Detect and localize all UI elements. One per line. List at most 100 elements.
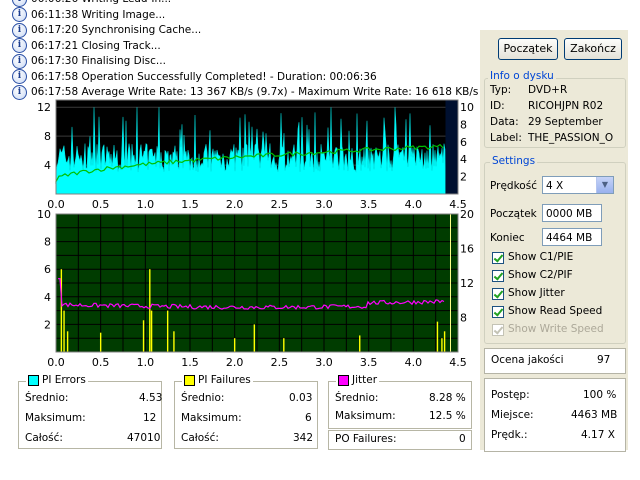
chart2-xtick: 1.0 (137, 356, 155, 368)
chart2-xtick: 2.0 (226, 356, 244, 368)
chart1-xtick: 4.0 (405, 198, 423, 211)
range-end-label: Koniec (490, 232, 525, 244)
checkbox-label: Show Read Speed (508, 305, 603, 317)
range-end-input[interactable]: 4464 MB (542, 228, 602, 246)
disc-type-value: DVD+R (528, 84, 568, 96)
disc-id-label: ID: (490, 100, 505, 112)
chart1-xtick: 3.0 (315, 198, 333, 211)
log-line: i 06:11:38 Writing Image... (12, 7, 165, 23)
checkbox-label: Show C2/PIF (508, 269, 573, 281)
position-value: 4463 MB (571, 409, 618, 421)
chart1-tail (445, 100, 458, 194)
log-message: Writing Image... (81, 8, 166, 21)
pi-errors-swatch (28, 374, 39, 386)
chart1-xtick: 2.5 (271, 198, 289, 211)
settings-title: Settings (490, 155, 538, 167)
checkbox-show-read-speed[interactable] (492, 306, 504, 318)
disc-date-label: Data: (490, 116, 519, 128)
log-time: 06:17:30 (31, 55, 79, 67)
log-time: 06:17:20 (31, 24, 79, 36)
chart2-xtick: 0.5 (92, 356, 110, 368)
chart1-ytick-right: 10 (460, 101, 474, 114)
chart2-ytick-left: 8 (44, 236, 51, 249)
progress-label: Postęp: (491, 389, 530, 401)
speed-select[interactable]: 4 X ▼ (542, 176, 614, 194)
chart1-xtick: 0.5 (92, 198, 110, 211)
jitter-title: Jitter (336, 374, 380, 386)
chart1-xtick: 3.5 (360, 198, 378, 211)
jitter-title-text: Jitter (352, 374, 378, 386)
pi-errors-max-value: 12 (143, 412, 157, 424)
chart2-xtick: 3.0 (315, 356, 333, 368)
log-message: Closing Track... (81, 39, 161, 52)
pi-failures-title: PI Failures (182, 374, 253, 386)
pi-failures-avg-value: 0.03 (289, 392, 313, 404)
checkbox-show-jitter[interactable] (492, 288, 504, 300)
pi-failures-title-text: PI Failures (198, 374, 251, 386)
log-panel: i 06:06:26 Writing Lead-In... i 06:11:38 Wr… (0, 0, 519, 100)
info-icon: i (12, 7, 27, 22)
chart1-ytick-right: 2 (460, 171, 467, 184)
log-message: Finalising Disc... (81, 55, 166, 67)
checkbox-show-c1-pie[interactable] (492, 252, 504, 264)
pi-errors-box: Średnio: 4.53 Maksimum: 12 Całość: 47010 (18, 381, 162, 449)
chart2-ytick-right: 8 (460, 312, 467, 325)
log-line: i 06:17:30 Finalising Disc... (12, 53, 166, 69)
pi-errors-max-label: Maksimum: (25, 412, 86, 424)
chart2-xtick: 4.5 (449, 356, 467, 368)
chart1-xtick: 2.0 (226, 198, 244, 211)
chart2-ytick-right: 12 (460, 277, 474, 290)
log-time: 06:06:26 (31, 0, 78, 5)
pi-errors-title-text: PI Errors (42, 374, 86, 386)
log-message: Average Write Rate: 13 367 KB/s (9.7x) -… (81, 86, 520, 98)
jitter-max-label: Maksimum: (335, 410, 396, 422)
start-button[interactable]: Początek (498, 38, 558, 60)
chart1-ytick-left: 4 (44, 159, 51, 172)
disc-label-label: Label: (490, 132, 522, 144)
chart1-ytick-left: 8 (44, 130, 51, 143)
checkbox-label: Show C1/PIE (508, 251, 574, 263)
disc-type-label: Typ: (490, 84, 512, 96)
disc-label-value: THE_PASSION_O (528, 132, 614, 144)
chart2-ytick-right: 16 (460, 243, 474, 256)
log-time: 06:17:21 (31, 39, 79, 52)
chart2-ytick-left: 4 (44, 291, 51, 304)
disc-info-title: Info o dysku (488, 70, 556, 82)
po-failures-label: PO Failures: (335, 433, 397, 445)
jitter-box: Średnio: 8.28 % Maksimum: 12.5 % (328, 381, 472, 429)
right-panel: Początek Zakończ Info o dysku Typ: DVD+R… (480, 30, 628, 452)
range-start-label: Początek (490, 208, 537, 220)
po-failures-box: PO Failures: 0 (328, 430, 472, 450)
pi-failures-swatch (184, 374, 195, 386)
log-line: i 06:17:58 Operation Successfully Complet… (12, 69, 377, 85)
speed-label: Prędkość (490, 180, 537, 192)
chart2-ytick-left: 2 (44, 318, 51, 331)
jitter-max-value: 12.5 % (429, 410, 466, 422)
pi-failures-avg-label: Średnio: (181, 392, 225, 404)
jitter-swatch (338, 374, 349, 386)
progress-value: 100 % (583, 389, 617, 401)
pi-errors-title: PI Errors (26, 374, 88, 386)
log-time: 06:11:38 (31, 8, 79, 21)
chart1-ytick-left: 12 (37, 101, 51, 114)
chart2-xtick: 2.5 (271, 356, 289, 368)
stop-button[interactable]: Zakończ (564, 38, 622, 60)
log-line: i 06:17:20 Synchronising Cache... (12, 22, 201, 38)
quality-label: Ocena jakości (491, 354, 564, 366)
read-speed-label: Prędk.: (491, 429, 528, 441)
disc-date-value: 29 September (528, 116, 603, 128)
log-time: 06:17:58 (31, 86, 79, 98)
checkbox-show-c2-pif[interactable] (492, 270, 504, 282)
log-message: Writing Lead-In... (82, 0, 172, 5)
chevron-down-icon[interactable]: ▼ (596, 177, 613, 193)
checkbox-label: Show Jitter (508, 287, 565, 299)
po-failures-value: 0 (459, 433, 466, 445)
info-icon: i (12, 22, 27, 38)
chart2-xtick: 4.0 (405, 356, 423, 368)
quality-box: Ocena jakości 97 (484, 348, 626, 374)
jitter-avg-value: 8.28 % (429, 392, 466, 404)
read-speed-value: 4.17 X (581, 429, 615, 441)
speed-select-value: 4 X (546, 180, 564, 192)
pi-failures-total-value: 342 (293, 432, 314, 444)
range-start-input[interactable]: 0000 MB (542, 204, 602, 222)
